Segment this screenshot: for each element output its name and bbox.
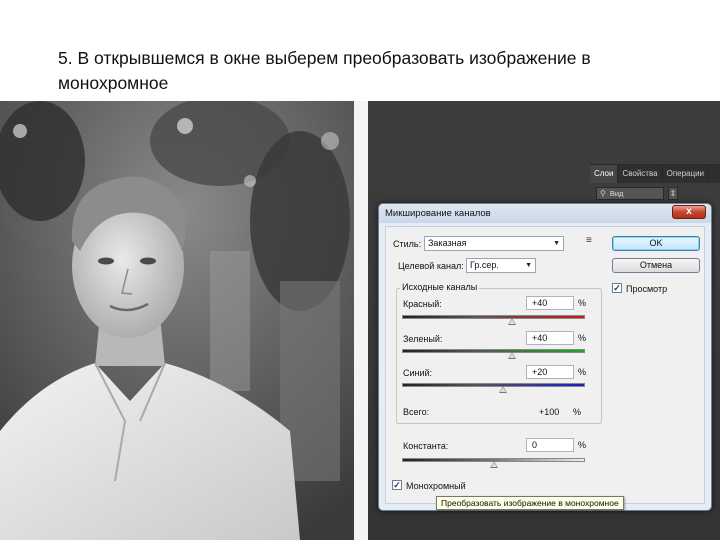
constant-label: Константа: (403, 441, 449, 451)
tab-operations[interactable]: Операции (663, 165, 710, 183)
preset-menu-icon[interactable]: ≡ (586, 235, 592, 246)
style-select-value: Заказная (428, 238, 467, 248)
green-channel-input[interactable]: +40 (526, 331, 574, 345)
preview-checkbox[interactable]: ✓ (612, 283, 622, 293)
green-channel-slider-thumb[interactable] (507, 352, 516, 359)
layers-filter-label: Вид (609, 189, 624, 198)
blue-channel-slider[interactable] (402, 383, 585, 387)
checkmark-icon: ✓ (393, 480, 401, 490)
portrait-photo (0, 101, 368, 540)
blue-channel-label: Синий: (403, 368, 433, 378)
red-channel-label: Красный: (403, 299, 442, 309)
monochrome-checkbox[interactable]: ✓ (392, 480, 402, 490)
style-select[interactable]: Заказная ▼ (424, 236, 564, 251)
cancel-button[interactable]: Отмена (612, 258, 700, 273)
channel-mixer-dialog: Микширование каналов x Стиль: Заказная ▼… (378, 203, 712, 511)
layers-panel-tabs: Слои Свойства Операции (590, 165, 720, 183)
close-button[interactable]: x (672, 205, 706, 219)
slide-caption: 5. В открывшемся в окне выберем преобраз… (58, 48, 591, 93)
source-channels-title: Исходные каналы (400, 282, 480, 292)
checkmark-icon: ✓ (613, 283, 621, 293)
blue-channel-input[interactable]: +20 (526, 365, 574, 379)
search-icon: ⚲ (600, 189, 606, 198)
dialog-title: Микширование каналов (385, 208, 491, 219)
red-channel-slider-thumb[interactable] (507, 318, 516, 325)
preview-label: Просмотр (626, 284, 668, 294)
red-channel-unit: % (578, 298, 587, 308)
layers-filter-row: ⚲ Вид ⇕ (596, 187, 678, 200)
monochrome-tooltip: Преобразовать изображение в монохромное (436, 496, 624, 510)
green-channel-unit: % (578, 333, 587, 343)
style-label: Стиль: (393, 239, 422, 249)
dialog-body: Стиль: Заказная ▼ ≡ Целевой канал: Гр.се… (385, 226, 705, 504)
constant-input[interactable]: 0 (526, 438, 574, 452)
target-channel-select[interactable]: Гр.сер. ▼ (466, 258, 536, 273)
chevron-down-icon: ▼ (525, 262, 532, 269)
green-channel-label: Зеленый: (403, 334, 443, 344)
total-unit: % (573, 407, 582, 417)
constant-slider-thumb[interactable] (489, 461, 498, 468)
ok-button[interactable]: OK (612, 236, 700, 251)
total-label: Всего: (403, 407, 430, 417)
tab-layers[interactable]: Слои (590, 165, 619, 183)
target-channel-value: Гр.сер. (470, 260, 499, 270)
chevron-down-icon: ▼ (553, 240, 560, 247)
layers-filter-dropdown-icon[interactable]: ⇕ (668, 187, 678, 200)
monochrome-label: Монохромный (406, 481, 466, 491)
blue-channel-slider-thumb[interactable] (498, 386, 507, 393)
red-channel-input[interactable]: +40 (526, 296, 574, 310)
blue-channel-unit: % (578, 367, 587, 377)
target-channel-label: Целевой канал: (398, 261, 464, 271)
green-channel-slider[interactable] (402, 349, 585, 353)
red-channel-slider[interactable] (402, 315, 585, 319)
total-value: +100 (539, 407, 560, 417)
constant-unit: % (578, 440, 587, 450)
dialog-titlebar[interactable]: Микширование каналов x (379, 204, 711, 223)
tab-properties[interactable]: Свойства (618, 165, 663, 183)
layers-filter-select[interactable]: ⚲ Вид (596, 187, 664, 200)
